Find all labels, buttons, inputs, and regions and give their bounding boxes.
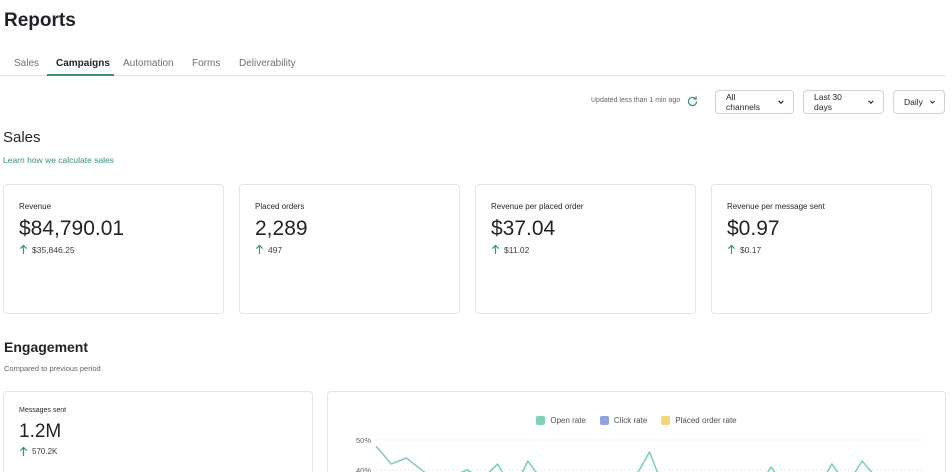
channels-dropdown[interactable]: All channels [715,90,794,114]
revenue-per-message-card: Revenue per message sent $0.97 $0.17 [711,184,932,314]
date-range-dropdown[interactable]: Last 30 days [803,90,884,114]
sales-section-title: Sales [3,129,41,146]
card-label: Revenue per placed order [491,202,584,211]
card-delta: $35,846.25 [19,244,75,255]
card-value: $0.97 [727,217,780,240]
card-delta: 570.2K [19,446,57,457]
tab-forms[interactable]: Forms [192,58,220,69]
revenue-card: Revenue $84,790.01 $35,846.25 [3,184,224,314]
messages-sent-card: Messages sent 1.2M 570.2K [3,391,313,472]
card-value: $84,790.01 [19,217,125,240]
card-value: 2,289 [255,217,308,240]
card-delta-value: 497 [268,244,283,255]
y-tick-label: 50% [356,436,371,445]
chevron-down-icon [868,100,874,104]
active-tab-indicator [47,74,114,76]
card-delta: $11.02 [491,244,529,255]
date-range-dropdown-label: Last 30 days [814,92,842,112]
card-delta-value: $0.17 [740,244,762,255]
arrow-up-icon [491,244,500,254]
card-delta-value: 570.2K [32,447,58,456]
chevron-down-icon [778,100,784,104]
arrow-up-icon [255,244,264,254]
engagement-section-title: Engagement [4,339,89,355]
arrow-up-icon [727,244,736,254]
tab-deliverability[interactable]: Deliverability [239,58,296,69]
revenue-per-order-card: Revenue per placed order $37.04 $11.02 [475,184,696,314]
tab-automation[interactable]: Automation [123,58,174,69]
tab-sales[interactable]: Sales [14,58,39,69]
refresh-icon[interactable] [686,95,699,108]
chart-plot: 50% 40% [356,436,923,472]
card-delta-value: $35,846.25 [32,244,75,255]
card-label: Messages sent [19,407,67,414]
granularity-dropdown[interactable]: Daily [893,90,945,114]
arrow-up-icon [19,244,28,254]
card-label: Revenue per message sent [727,202,825,211]
card-delta-value: $11.02 [504,244,530,255]
engagement-chart: Open rate Click rate Placed order rate 5… [327,391,946,472]
card-delta: $0.17 [727,244,761,255]
learn-sales-link[interactable]: Learn how we calculate sales [3,155,114,165]
card-label: Revenue [19,202,52,211]
card-value: 1.2M [19,421,62,442]
card-delta: 497 [255,244,282,255]
y-tick-label: 40% [356,466,371,472]
card-label: Placed orders [255,202,305,211]
updated-status: Updated less than 1 min ago [591,97,681,104]
card-value: $37.04 [491,217,556,240]
channels-dropdown-label: All channels [726,92,761,112]
page-title: Reports [4,10,76,31]
placed-orders-card: Placed orders 2,289 497 [239,184,460,314]
series-line-open-rate [375,445,873,472]
arrow-up-icon [19,446,28,456]
granularity-dropdown-label: Daily [904,97,923,107]
engagement-subtitle: Compared to previous period [4,364,101,373]
report-tabs: Sales Campaigns Automation Forms Deliver… [0,54,946,76]
tab-campaigns[interactable]: Campaigns [56,58,110,69]
chevron-down-icon [929,100,935,104]
